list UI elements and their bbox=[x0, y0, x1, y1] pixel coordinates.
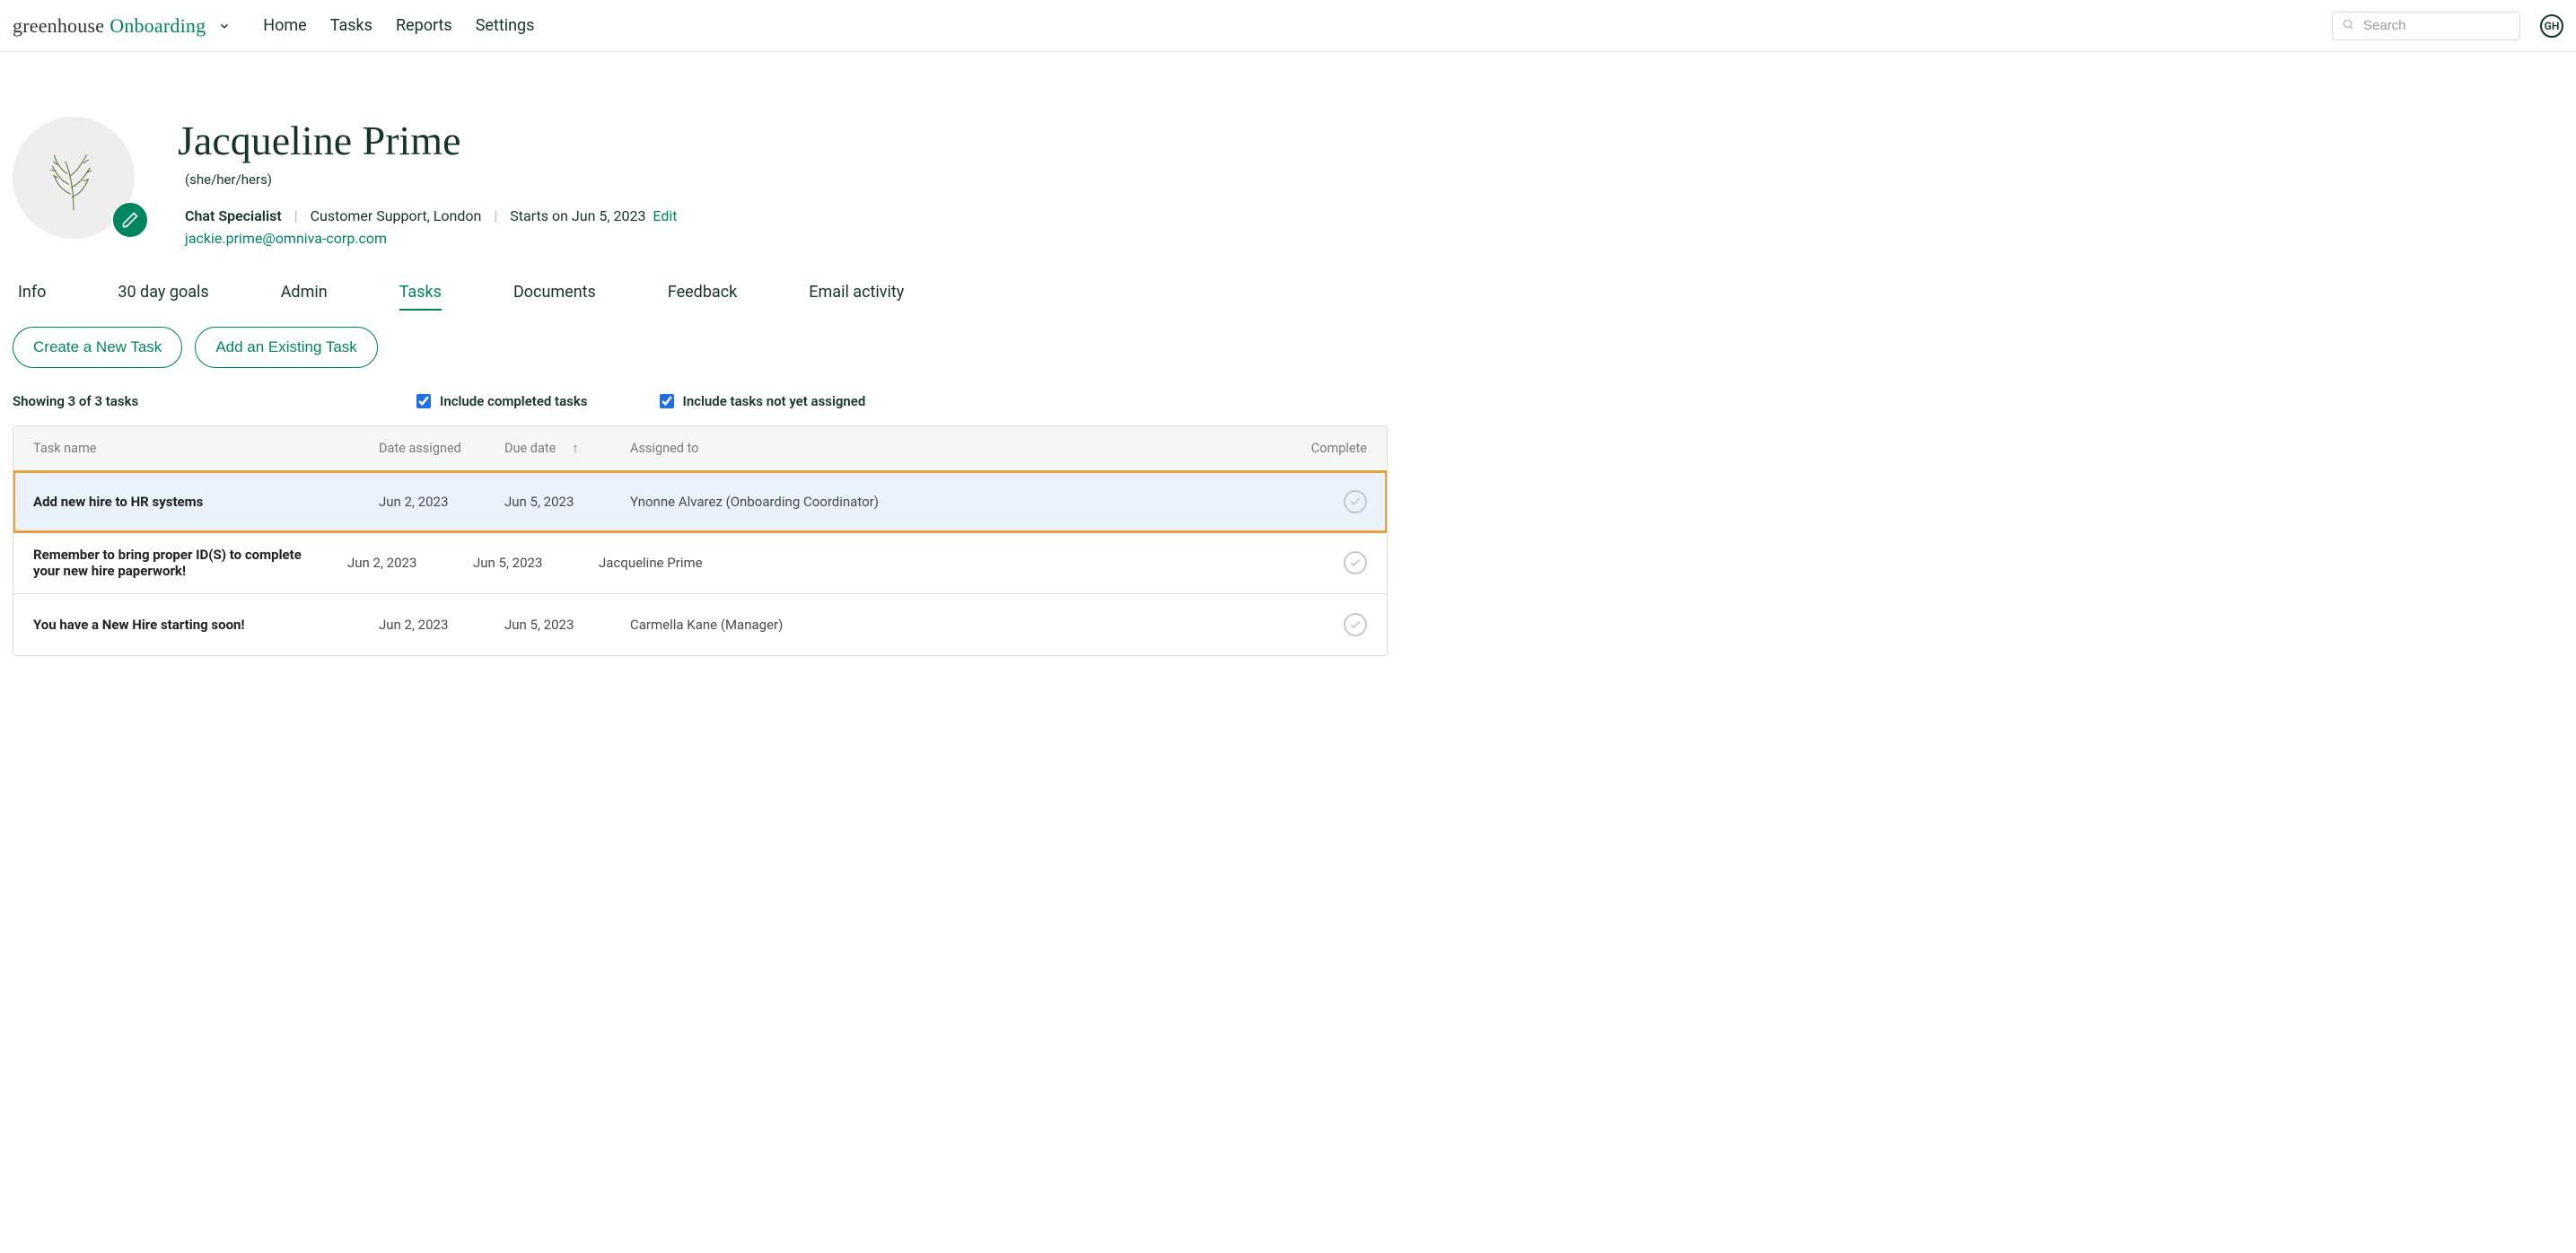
plant-icon bbox=[33, 137, 114, 218]
edit-avatar-button[interactable] bbox=[111, 201, 149, 239]
profile-email[interactable]: jackie.prime@omniva-corp.com bbox=[185, 230, 387, 247]
table-row[interactable]: You have a New Hire starting soon! Jun 2… bbox=[13, 594, 1387, 655]
profile-pronouns: (she/her/hers) bbox=[185, 171, 678, 188]
task-actions: Create a New Task Add an Existing Task bbox=[13, 327, 1388, 368]
tab-documents[interactable]: Documents bbox=[513, 283, 596, 311]
cell-due-date: Jun 5, 2023 bbox=[485, 602, 610, 647]
tasks-table: Task name Date assigned Due date ↑ Assig… bbox=[13, 425, 1388, 656]
col-complete[interactable]: Complete bbox=[1292, 426, 1387, 470]
cell-date-assigned: Jun 2, 2023 bbox=[359, 479, 485, 524]
logo-greenhouse: greenhouse bbox=[13, 14, 104, 38]
check-icon bbox=[1349, 495, 1362, 508]
include-unassigned-label: Include tasks not yet assigned bbox=[683, 393, 866, 409]
add-existing-task-button[interactable]: Add an Existing Task bbox=[195, 327, 378, 368]
pencil-icon bbox=[121, 211, 139, 229]
edit-start-date-link[interactable]: Edit bbox=[653, 207, 677, 224]
profile-department: Customer Support, London bbox=[311, 207, 482, 224]
search-icon bbox=[2342, 17, 2354, 34]
tab-30-day-goals[interactable]: 30 day goals bbox=[118, 283, 208, 311]
complete-toggle[interactable] bbox=[1344, 613, 1367, 636]
tab-info[interactable]: Info bbox=[18, 283, 46, 311]
profile-header: Jacqueline Prime (she/her/hers) Chat Spe… bbox=[13, 117, 1388, 247]
include-unassigned-wrap[interactable]: Include tasks not yet assigned bbox=[660, 393, 866, 409]
include-completed-wrap[interactable]: Include completed tasks bbox=[416, 393, 588, 409]
profile-name: Jacqueline Prime bbox=[178, 117, 678, 164]
table-row[interactable]: Remember to bring proper ID(S) to comple… bbox=[13, 532, 1387, 594]
cell-due-date: Jun 5, 2023 bbox=[453, 540, 579, 585]
profile-tabs: Info 30 day goals Admin Tasks Documents … bbox=[18, 283, 1388, 311]
include-completed-label: Include completed tasks bbox=[440, 393, 588, 409]
cell-task-name: Remember to bring proper ID(S) to comple… bbox=[13, 532, 328, 593]
product-switcher[interactable]: greenhouse Onboarding bbox=[13, 14, 234, 38]
divider: | bbox=[494, 207, 497, 224]
profile-start-date: Starts on Jun 5, 2023 bbox=[510, 207, 645, 224]
showing-count: Showing 3 of 3 tasks bbox=[13, 393, 345, 409]
cell-complete bbox=[1297, 476, 1387, 528]
cell-date-assigned: Jun 2, 2023 bbox=[328, 540, 453, 585]
cell-due-date: Jun 5, 2023 bbox=[485, 479, 610, 524]
profile-role: Chat Specialist bbox=[185, 207, 282, 224]
complete-toggle[interactable] bbox=[1344, 490, 1367, 513]
cell-assigned-to: Ynonne Alvarez (Onboarding Coordinator) bbox=[610, 479, 1297, 524]
create-new-task-button[interactable]: Create a New Task bbox=[13, 327, 182, 368]
cell-complete bbox=[1297, 537, 1387, 589]
search-input[interactable] bbox=[2363, 18, 2510, 33]
check-icon bbox=[1349, 618, 1362, 631]
tab-admin[interactable]: Admin bbox=[281, 283, 328, 311]
col-due-date-label: Due date bbox=[504, 441, 556, 456]
tab-tasks[interactable]: Tasks bbox=[399, 283, 442, 311]
user-avatar-badge[interactable]: GH bbox=[2540, 14, 2563, 38]
table-header: Task name Date assigned Due date ↑ Assig… bbox=[13, 426, 1387, 471]
col-assigned-to[interactable]: Assigned to bbox=[610, 426, 1292, 470]
page-content: Jacqueline Prime (she/her/hers) Chat Spe… bbox=[0, 52, 1400, 692]
profile-info: Jacqueline Prime (she/her/hers) Chat Spe… bbox=[178, 117, 678, 247]
search-box[interactable] bbox=[2332, 12, 2520, 40]
include-unassigned-checkbox[interactable] bbox=[660, 394, 674, 408]
cell-task-name: Add new hire to HR systems bbox=[13, 479, 359, 524]
nav-home[interactable]: Home bbox=[263, 16, 306, 35]
cell-assigned-to: Jacqueline Prime bbox=[579, 540, 1297, 585]
top-nav: Home Tasks Reports Settings bbox=[263, 16, 534, 35]
nav-tasks[interactable]: Tasks bbox=[330, 16, 372, 35]
logo-onboarding: Onboarding bbox=[110, 14, 206, 38]
sort-ascending-icon: ↑ bbox=[572, 441, 578, 456]
cell-complete bbox=[1297, 599, 1387, 651]
cell-task-name: You have a New Hire starting soon! bbox=[13, 602, 359, 647]
profile-avatar-wrap bbox=[13, 117, 149, 239]
col-date-assigned[interactable]: Date assigned bbox=[359, 426, 485, 470]
tab-email-activity[interactable]: Email activity bbox=[809, 283, 904, 311]
divider: | bbox=[294, 207, 298, 224]
tab-feedback[interactable]: Feedback bbox=[668, 283, 737, 311]
include-completed-checkbox[interactable] bbox=[416, 394, 431, 408]
check-icon bbox=[1349, 556, 1362, 569]
nav-settings[interactable]: Settings bbox=[476, 16, 535, 35]
top-bar: greenhouse Onboarding Home Tasks Reports… bbox=[0, 0, 2576, 52]
cell-date-assigned: Jun 2, 2023 bbox=[359, 602, 485, 647]
profile-meta: Chat Specialist | Customer Support, Lond… bbox=[185, 207, 678, 224]
cell-assigned-to: Carmella Kane (Manager) bbox=[610, 602, 1297, 647]
col-due-date[interactable]: Due date ↑ bbox=[485, 426, 610, 470]
table-row[interactable]: Add new hire to HR systems Jun 2, 2023 J… bbox=[13, 471, 1387, 532]
nav-reports[interactable]: Reports bbox=[396, 16, 452, 35]
chevron-down-icon bbox=[215, 16, 234, 36]
col-task-name[interactable]: Task name bbox=[13, 426, 359, 470]
complete-toggle[interactable] bbox=[1344, 551, 1367, 574]
task-filters: Showing 3 of 3 tasks Include completed t… bbox=[13, 393, 1388, 409]
